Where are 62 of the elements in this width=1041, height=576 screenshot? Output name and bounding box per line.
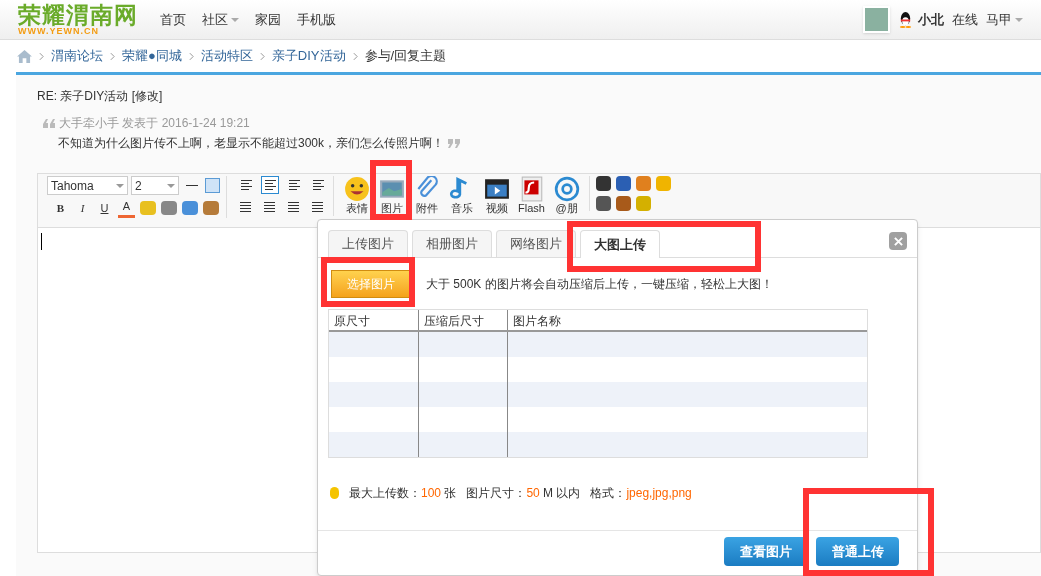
toolbar-button-label[interactable]: 附件 xyxy=(415,202,438,215)
format-button[interactable]: B xyxy=(52,199,69,216)
upload-limit: 图片尺寸：50 M 以内 xyxy=(466,485,581,502)
column-header: 压缩后尺寸 xyxy=(419,310,508,330)
size-select[interactable]: 2 xyxy=(131,176,179,195)
toolbar-button-label[interactable]: 图片 xyxy=(380,202,403,215)
dialog-tab[interactable]: 相册图片 xyxy=(412,230,492,257)
format-button[interactable]: U xyxy=(96,199,113,216)
avatar-photo-placeholder[interactable] xyxy=(863,6,890,33)
post-title: RE: 亲子DIY活动 [修改] xyxy=(37,88,164,105)
toolbar-button-label[interactable]: 音乐 xyxy=(450,202,473,215)
breadcrumb-current: 参与/回复主题 xyxy=(364,47,447,66)
toolbar-button-label[interactable]: 视频 xyxy=(485,202,508,215)
toolbar-button-label[interactable]: Flash xyxy=(518,202,545,215)
table-icon[interactable] xyxy=(205,178,220,193)
smiley-icon[interactable] xyxy=(343,176,370,202)
nav-link[interactable]: 社区 xyxy=(202,9,239,30)
breadcrumb-link[interactable]: 荣耀●同城 xyxy=(122,46,182,66)
dialog-tab[interactable]: 大图上传 xyxy=(580,230,660,258)
close-icon[interactable] xyxy=(893,236,903,246)
caret-icon xyxy=(1015,17,1023,22)
font-select[interactable]: Tahoma xyxy=(47,176,128,195)
toolbar-button-label[interactable]: 表情 xyxy=(345,202,368,215)
align-button[interactable] xyxy=(261,176,279,194)
breadcrumb-link[interactable]: 渭南论坛 xyxy=(51,46,103,66)
close-quote-icon xyxy=(448,138,461,148)
nav-link[interactable]: 手机版 xyxy=(297,9,336,30)
chevron-icon xyxy=(352,51,358,61)
chevron-icon xyxy=(110,51,115,61)
user-name[interactable]: 小北 xyxy=(918,9,944,30)
film-icon[interactable] xyxy=(483,176,510,202)
nav-link[interactable]: 首页 xyxy=(160,9,186,30)
nav-link[interactable]: 家园 xyxy=(255,9,281,30)
column-header: 原尺寸 xyxy=(329,310,419,330)
upload-limit: 最大上传数：100 张 xyxy=(349,485,457,502)
quote-text: 不知道为什么图片传不上啊，老显示不能超过300k，亲们怎么传照片啊！ xyxy=(58,135,445,152)
lightbulb-icon xyxy=(330,487,339,499)
toolbar-button-label[interactable]: @朋 xyxy=(555,202,578,215)
home-icon[interactable] xyxy=(17,49,32,63)
dialog-tab[interactable]: 网络图片 xyxy=(496,230,576,257)
chevron-icon xyxy=(188,51,194,61)
annotation-box xyxy=(370,160,412,220)
quote-meta: 大手牵小手 发表于 2016-1-24 19:21 xyxy=(59,115,250,132)
column-header: 图片名称 xyxy=(512,313,562,330)
alias-menu[interactable]: 马甲 xyxy=(986,9,1023,30)
compression-hint: 大于 500K 的图片将会自动压缩后上传，一键压缩，轻松上大图！ xyxy=(426,276,773,293)
breadcrumb-link[interactable]: 活动特区 xyxy=(200,46,253,66)
caret-icon xyxy=(231,17,239,22)
upload-limit: 格式：jpeg,jpg,png xyxy=(590,485,692,502)
chevron-icon xyxy=(39,51,44,61)
dialog-button[interactable]: 普通上传 xyxy=(816,537,899,566)
penguin-icon xyxy=(898,11,913,28)
online-status: 在线 xyxy=(952,10,978,29)
breadcrumb-link[interactable]: 亲子DIY活动 xyxy=(271,46,346,66)
format-button[interactable]: A xyxy=(118,198,135,218)
open-quote-icon xyxy=(43,118,55,128)
text-cursor xyxy=(41,233,42,250)
chevron-icon xyxy=(259,51,265,61)
site-url: WWW.YEWN.CN xyxy=(18,26,99,36)
close-button[interactable] xyxy=(889,232,907,250)
format-button[interactable]: I xyxy=(74,199,91,216)
dialog-tab[interactable]: 上传图片 xyxy=(328,230,408,257)
